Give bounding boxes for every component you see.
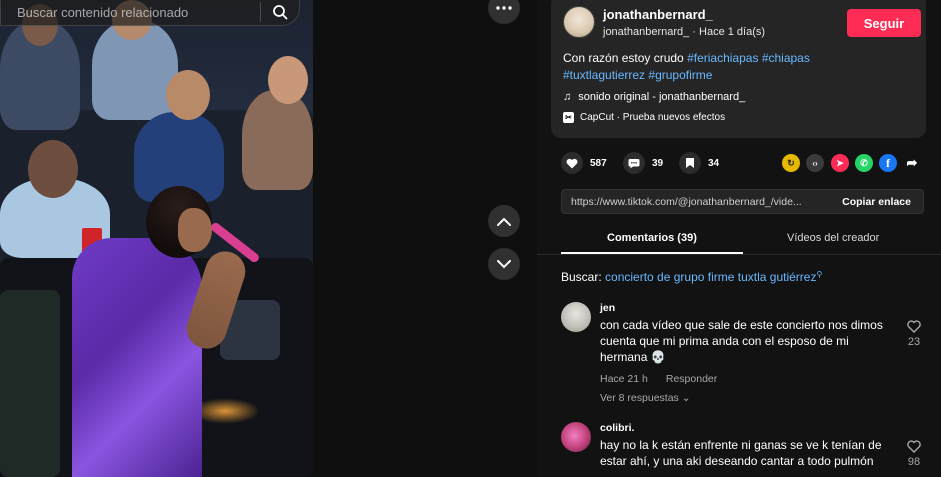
tab-bar: Comentarios (39) Vídeos del creador <box>561 224 924 254</box>
tabs-divider <box>537 254 941 255</box>
comment-like-count: 23 <box>907 336 921 348</box>
more-icon[interactable] <box>488 0 520 24</box>
like-count: 587 <box>590 157 607 169</box>
link-url[interactable]: https://www.tiktok.com/@jonathanbernard_… <box>562 196 830 208</box>
navigation-column <box>313 0 537 477</box>
chevron-down-icon[interactable] <box>488 248 520 280</box>
comment-author[interactable]: colibri. <box>600 422 634 434</box>
crowd-person <box>242 90 313 190</box>
video-player[interactable]: Buscar contenido relacionado <box>0 0 313 477</box>
capcut-icon: ✂ <box>563 112 574 123</box>
whatsapp-icon[interactable]: ✆ <box>855 154 873 172</box>
search-icon[interactable] <box>261 0 299 26</box>
copy-link-row: https://www.tiktok.com/@jonathanbernard_… <box>561 189 924 214</box>
heart-outline-icon <box>903 440 925 456</box>
sound-label: sonido original - jonathanbernard_ <box>578 91 746 103</box>
sound-link[interactable]: ♫ sonido original - jonathanbernard_ <box>563 91 745 103</box>
related-search-bar[interactable]: Buscar contenido relacionado <box>0 0 300 26</box>
comment-count: 39 <box>652 157 664 169</box>
caption-text: Con razón estoy crudo <box>563 51 684 65</box>
hashtag-link[interactable]: #chiapas <box>762 51 810 65</box>
like-button[interactable]: 587 <box>561 152 607 174</box>
embed-icon[interactable]: ‹› <box>806 154 824 172</box>
avatar[interactable] <box>561 422 591 452</box>
search-input[interactable]: Buscar contenido relacionado <box>1 0 260 20</box>
comment-author[interactable]: jen <box>600 302 615 314</box>
comment-button[interactable]: 39 <box>623 152 663 174</box>
post-caption: Con razón estoy crudo #feriachiapas #chi… <box>563 50 863 84</box>
save-button[interactable]: 34 <box>679 152 719 174</box>
post-info-card: jonathanbernard_ jonathanbernard_ · Hace… <box>551 0 926 138</box>
details-panel: jonathanbernard_ jonathanbernard_ · Hace… <box>537 0 941 477</box>
handle-and-time: jonathanbernard_ · Hace 1 día(s) <box>603 26 766 38</box>
capcut-label: CapCut · Prueba nuevos efectos <box>580 112 726 123</box>
avatar[interactable] <box>561 302 591 332</box>
comment-meta: Hace 21 h Responder <box>600 373 717 385</box>
comment-like-button[interactable]: 98 <box>903 440 925 468</box>
comment-like-count: 98 <box>907 456 921 468</box>
related-search-query[interactable]: concierto de grupo firme tuxtla gutiérre… <box>605 270 816 284</box>
tab-creator-videos[interactable]: Vídeos del creador <box>787 232 879 244</box>
search-icon: ⚲ <box>816 270 823 279</box>
save-count: 34 <box>708 157 720 169</box>
bookmark-icon <box>679 152 701 174</box>
comment-item: jen con cada vídeo que sale de este conc… <box>561 302 927 412</box>
related-search[interactable]: Buscar: concierto de grupo firme tuxtla … <box>561 270 822 284</box>
reply-button[interactable]: Responder <box>666 373 717 385</box>
capcut-link[interactable]: ✂ CapCut · Prueba nuevos efectos <box>563 112 725 123</box>
comment-time: Hace 21 h <box>600 373 648 385</box>
comment-text: hay no la k están enfrente ni ganas se v… <box>600 438 882 468</box>
crowd-face <box>268 56 308 104</box>
copy-link-button[interactable]: Copiar enlace <box>830 196 923 208</box>
crowd-face <box>166 70 210 120</box>
avatar[interactable] <box>563 6 595 38</box>
stage-screen <box>0 290 60 477</box>
chevron-up-icon[interactable] <box>488 205 520 237</box>
username[interactable]: jonathanbernard_ <box>603 7 713 22</box>
share-circle-icon[interactable]: ↻ <box>782 154 800 172</box>
hashtag-link[interactable]: #tuxtlagutierrez <box>563 68 645 82</box>
music-note-icon: ♫ <box>563 91 572 103</box>
comment-icon <box>623 152 645 174</box>
heart-icon <box>561 152 583 174</box>
singer-face <box>178 208 212 252</box>
facebook-icon[interactable]: f <box>879 154 897 172</box>
hashtag-link[interactable]: #grupofirme <box>648 68 712 82</box>
tab-comments[interactable]: Comentarios (39) <box>607 232 697 244</box>
follow-button[interactable]: Seguir <box>847 9 921 37</box>
send-icon[interactable]: ➤ <box>831 154 849 172</box>
comment-text: con cada vídeo que sale de este conciert… <box>600 318 883 364</box>
comment-item: colibri. hay no la k están enfrente ni g… <box>561 422 927 477</box>
hashtag-link[interactable]: #feriachiapas <box>687 51 758 65</box>
singer-shirt <box>72 238 202 477</box>
related-search-prefix: Buscar: <box>561 270 602 284</box>
comment-like-button[interactable]: 23 <box>903 320 925 348</box>
heart-outline-icon <box>903 320 925 336</box>
share-arrow-icon[interactable]: ➦ <box>903 154 921 172</box>
view-replies-button[interactable]: Ver 8 respuestas ⌄ <box>600 392 691 404</box>
action-bar: 587 39 34 ↻ ‹› ➤ ✆ f ➦ <box>561 152 931 176</box>
crowd-face <box>28 140 78 198</box>
